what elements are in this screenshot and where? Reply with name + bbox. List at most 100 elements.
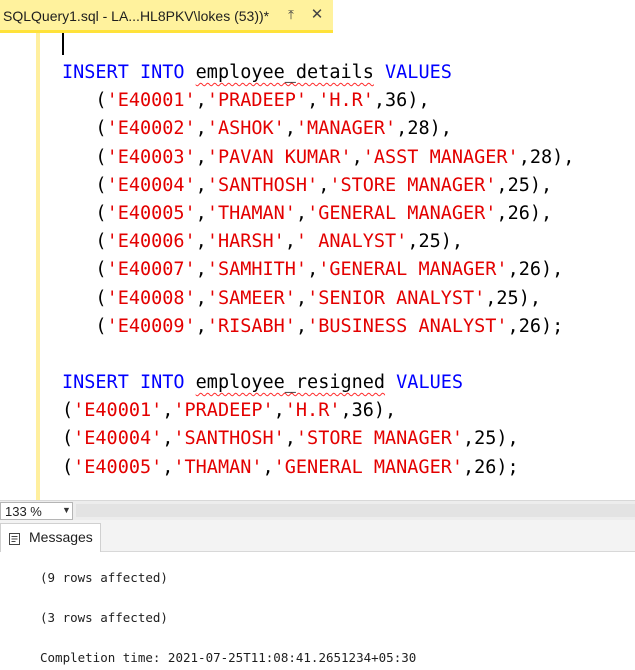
pin-icon[interactable]: ⤒ — [283, 7, 299, 23]
code-token: ), — [440, 231, 464, 253]
employee-role-literal: 'H.R' — [318, 90, 374, 112]
employee-role-literal: 'MANAGER' — [295, 118, 397, 140]
zoom-dropdown[interactable]: 133 % ▼ — [0, 502, 73, 520]
employee-id-literal: 'E40001' — [73, 400, 163, 422]
code-token: ), — [429, 118, 452, 140]
editor-margin — [0, 33, 30, 500]
employee-age-literal: 28 — [529, 146, 553, 168]
employee-name-literal: 'PRADEEP' — [173, 400, 274, 422]
values-row: ('E40007','SAMHITH','GENERAL MANAGER',26… — [62, 256, 574, 284]
employee-role-literal: 'STORE MANAGER' — [329, 174, 497, 196]
values-row: ('E40008','SAMEER','SENIOR ANALYST',25), — [62, 285, 574, 313]
employee-role-literal: 'GENERAL MANAGER' — [318, 259, 508, 281]
employee-age-literal: 26 — [507, 202, 530, 224]
code-token: ), — [552, 146, 575, 168]
messages-tab-label: Messages — [29, 529, 93, 545]
values-row: ('E40003','PAVAN KUMAR','ASST MANAGER',2… — [62, 144, 574, 172]
results-tab-strip: Messages — [0, 520, 635, 552]
values-row: ('E40009','RISABH','BUSINESS ANALYST',26… — [62, 313, 574, 341]
employee-age-literal: 36 — [351, 400, 374, 422]
values-row: ('E40005','THAMAN','GENERAL MANAGER',26)… — [62, 456, 519, 478]
employee-id-literal: 'E40001' — [106, 90, 196, 112]
message-completion-time: Completion time: 2021-07-25T11:08:41.265… — [40, 650, 417, 665]
values-row: ('E40006','HARSH',' ANALYST',25), — [62, 228, 574, 256]
message-rows-affected-1: (9 rows affected) — [40, 570, 168, 585]
code-line: INSERT INTO employee_details VALUES — [62, 59, 574, 87]
code-token: ), — [529, 202, 553, 224]
code-token: ), — [540, 259, 564, 281]
zoom-value: 133 % — [5, 504, 42, 519]
keyword-into: INTO — [139, 372, 185, 394]
keyword-insert: INSERT — [62, 62, 129, 83]
code-token: ), — [373, 400, 397, 422]
code-token: ), — [518, 287, 541, 309]
horizontal-scrollbar[interactable] — [76, 504, 635, 517]
employee-id-literal: 'E40005' — [73, 456, 163, 478]
document-tab-title: SQLQuery1.sql - LA...HL8PKV\lokes (53))* — [3, 8, 270, 24]
message-rows-affected-2: (3 rows affected) — [40, 610, 168, 625]
employee-name-literal: 'PRADEEP' — [206, 90, 308, 112]
values-row: ('E40002','ASHOK','MANAGER',28), — [62, 115, 574, 143]
keyword-into: INTO — [139, 62, 185, 83]
employee-name-literal: 'HARSH' — [206, 231, 285, 253]
values-row: ('E40001','PRADEEP','H.R',36), — [62, 87, 574, 115]
employee-id-literal: 'E40004' — [73, 428, 163, 450]
employee-role-literal: 'GENERAL MANAGER' — [273, 456, 463, 478]
editor-status-bar: 133 % ▼ — [0, 500, 635, 520]
employee-name-literal: 'SAMHITH' — [206, 259, 308, 281]
employee-id-literal: 'E40007' — [106, 259, 196, 281]
code-token: ), — [496, 428, 519, 450]
employee-name-literal: 'THAMAN' — [206, 202, 296, 224]
employee-age-literal: 25 — [496, 287, 519, 309]
values-row: ('E40001','PRADEEP','H.R',36), — [62, 400, 397, 422]
code-token: ); — [496, 456, 519, 478]
query-editor[interactable]: INSERT INTO employee_details VALUES ('E4… — [0, 33, 635, 500]
employee-age-literal: 26 — [518, 315, 541, 337]
tab-messages[interactable]: Messages — [0, 523, 101, 552]
table-name-employee-resigned: employee_resigned — [195, 372, 386, 394]
messages-pane[interactable]: (9 rows affected) (3 rows affected) Comp… — [0, 552, 635, 670]
employee-role-literal: 'BUSINESS ANALYST' — [307, 315, 508, 337]
text-caret — [62, 33, 64, 55]
employee-id-literal: 'E40002' — [106, 118, 196, 140]
keyword-values: VALUES — [396, 372, 463, 394]
code-text[interactable]: INSERT INTO employee_details VALUES ('E4… — [62, 59, 574, 482]
employee-role-literal: 'SENIOR ANALYST' — [307, 287, 486, 309]
employee-id-literal: 'E40008' — [106, 287, 196, 309]
keyword-values: VALUES — [385, 62, 452, 83]
employee-age-literal: 26 — [518, 259, 541, 281]
employee-name-literal: 'PAVAN KUMAR' — [206, 146, 352, 168]
change-tracking-bar — [36, 33, 40, 500]
employee-role-literal: 'H.R' — [284, 400, 341, 422]
document-tab-sqlquery1[interactable]: SQLQuery1.sql - LA...HL8PKV\lokes (53))*… — [0, 0, 333, 33]
employee-id-literal: 'E40006' — [106, 231, 196, 253]
employee-id-literal: 'E40009' — [106, 315, 196, 337]
employee-name-literal: 'SANTHOSH' — [206, 174, 319, 196]
employee-name-literal: 'SANTHOSH' — [173, 428, 285, 450]
employee-role-literal: 'STORE MANAGER' — [295, 428, 463, 450]
table-name-employee-details: employee_details — [195, 62, 374, 83]
employee-age-literal: 25 — [418, 231, 441, 253]
code-token: ), — [407, 90, 430, 112]
code-token: ); — [540, 315, 564, 337]
code-token: ), — [529, 174, 553, 196]
employee-name-literal: 'RISABH' — [206, 315, 296, 337]
document-tab-strip: SQLQuery1.sql - LA...HL8PKV\lokes (53))*… — [0, 0, 635, 33]
employee-role-literal: 'ASST MANAGER' — [362, 146, 519, 168]
keyword-insert: INSERT — [62, 372, 129, 394]
employee-age-literal: 36 — [385, 90, 408, 112]
employee-age-literal: 25 — [507, 174, 530, 196]
close-icon[interactable]: ✕ — [309, 7, 325, 23]
employee-role-literal: ' ANALYST' — [295, 231, 408, 253]
employee-role-literal: 'GENERAL MANAGER' — [307, 202, 497, 224]
employee-id-literal: 'E40003' — [106, 146, 196, 168]
employee-name-literal: 'ASHOK' — [206, 118, 285, 140]
chevron-down-icon[interactable]: ▼ — [62, 505, 71, 515]
